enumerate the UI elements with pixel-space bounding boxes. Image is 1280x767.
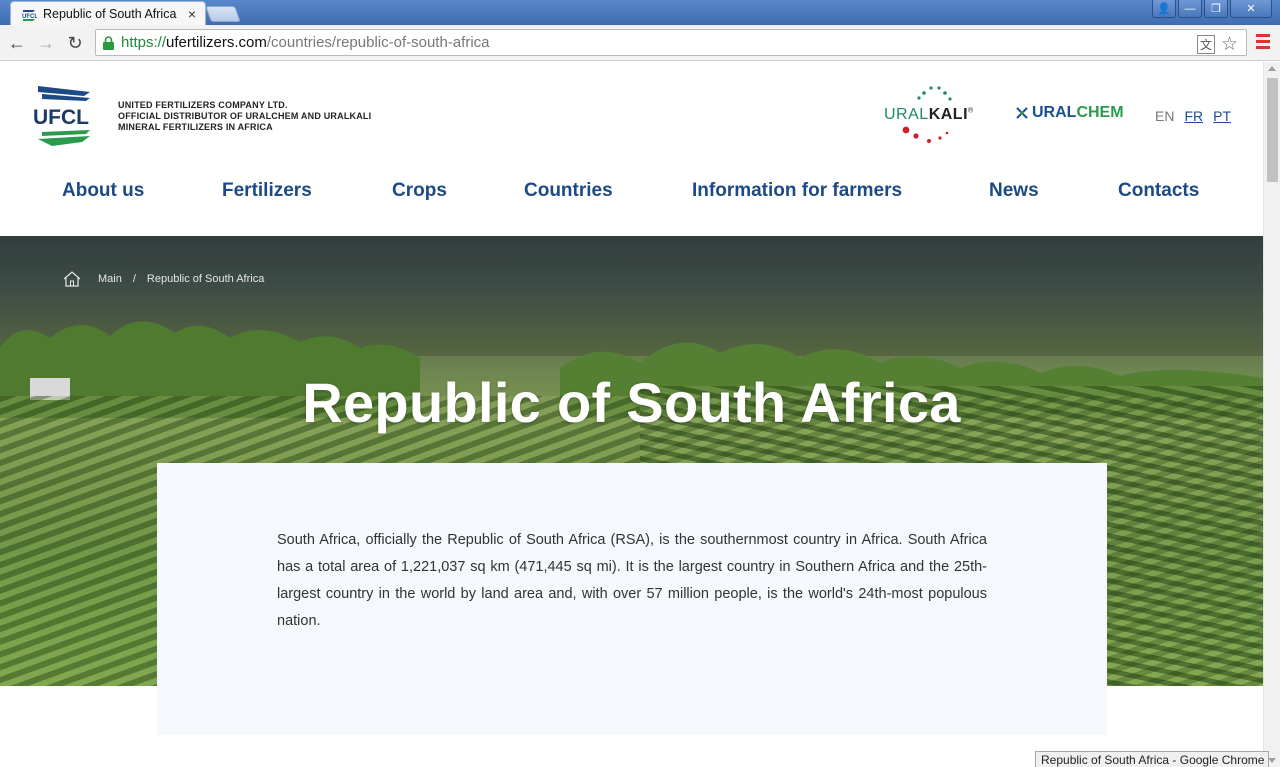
ufcl-logo[interactable]: UFCL bbox=[32, 80, 94, 150]
new-tab-button[interactable] bbox=[205, 6, 241, 22]
home-icon[interactable] bbox=[62, 270, 82, 288]
bookmark-star-icon[interactable]: ☆ bbox=[1221, 33, 1238, 56]
window-controls: 👤 — ❐ ✕ bbox=[1152, 0, 1272, 18]
main-navigation: About us Fertilizers Crops Countries Inf… bbox=[0, 180, 1263, 210]
restore-button[interactable]: ❐ bbox=[1204, 0, 1228, 18]
breadcrumb-current: Republic of South Africa bbox=[146, 273, 265, 285]
ufcl-favicon-icon: UFCL bbox=[22, 9, 37, 21]
browser-toolbar: ← → ↻ https://ufertilizers.com/countries… bbox=[0, 25, 1280, 61]
nav-contacts[interactable]: Contacts bbox=[1118, 180, 1199, 202]
uralchem-logo[interactable]: URAL CHEM bbox=[1016, 104, 1124, 122]
lang-fr[interactable]: FR bbox=[1184, 108, 1203, 124]
breadcrumb: Main / Republic of South Africa bbox=[62, 270, 264, 288]
forward-button[interactable]: → bbox=[36, 33, 56, 53]
country-description-card: South Africa, officially the Republic of… bbox=[157, 463, 1107, 735]
lock-icon bbox=[103, 35, 114, 50]
uralchem-mark-icon bbox=[1016, 107, 1028, 119]
nav-about-us[interactable]: About us bbox=[62, 180, 144, 202]
company-line: UNITED FERTILIZERS COMPANY LTD. bbox=[118, 100, 288, 110]
lang-pt[interactable]: PT bbox=[1213, 108, 1231, 124]
company-line: OFFICIAL DISTRIBUTOR OF URALCHEM AND URA… bbox=[118, 111, 372, 121]
chrome-menu-icon[interactable] bbox=[1256, 34, 1270, 50]
browser-titlebar: UFCL Republic of South Africa × 👤 — ❐ ✕ bbox=[0, 0, 1280, 25]
translate-icon[interactable]: 文 bbox=[1196, 35, 1215, 54]
company-line: MINERAL FERTILIZERS IN AFRICA bbox=[118, 122, 273, 132]
page-viewport: UFCL UNITED FERTILIZERS COMPANY LTD. OFF… bbox=[0, 62, 1263, 767]
uralkali-logo[interactable]: URALKALI® bbox=[884, 84, 984, 146]
nav-crops[interactable]: Crops bbox=[392, 180, 447, 202]
lang-en[interactable]: EN bbox=[1155, 108, 1174, 124]
nav-information-for-farmers[interactable]: Information for farmers bbox=[692, 180, 902, 202]
tab-title: Republic of South Africa bbox=[43, 6, 177, 21]
nav-news[interactable]: News bbox=[989, 180, 1039, 202]
tab-close-icon[interactable]: × bbox=[185, 6, 199, 22]
nav-countries[interactable]: Countries bbox=[524, 180, 613, 202]
address-bar[interactable]: https://ufertilizers.com/countries/repub… bbox=[95, 29, 1247, 56]
scroll-down-arrow-icon[interactable] bbox=[1268, 758, 1276, 763]
breadcrumb-main-link[interactable]: Main bbox=[98, 273, 122, 285]
company-tagline: UNITED FERTILIZERS COMPANY LTD. OFFICIAL… bbox=[118, 100, 371, 133]
breadcrumb-separator: / bbox=[132, 273, 136, 285]
page-scrollbar[interactable] bbox=[1263, 62, 1280, 767]
omnibox-icons: 文 ☆ bbox=[1196, 33, 1238, 56]
reload-button[interactable]: ↻ bbox=[65, 33, 85, 53]
scroll-thumb[interactable] bbox=[1267, 78, 1278, 182]
country-description: South Africa, officially the Republic of… bbox=[277, 532, 987, 629]
scroll-up-arrow-icon[interactable] bbox=[1268, 66, 1276, 71]
back-button[interactable]: ← bbox=[7, 33, 27, 53]
user-profile-button[interactable]: 👤 bbox=[1152, 0, 1176, 18]
minimize-button[interactable]: — bbox=[1178, 0, 1202, 18]
logo-text: UFCL bbox=[33, 106, 89, 129]
url-text: https://ufertilizers.com/countries/repub… bbox=[121, 34, 490, 51]
window-title-tooltip: Republic of South Africa - Google Chrome bbox=[1035, 751, 1269, 767]
close-window-button[interactable]: ✕ bbox=[1230, 0, 1272, 18]
browser-tab[interactable]: UFCL Republic of South Africa × bbox=[10, 1, 206, 25]
uralkali-wordmark: URALKALI® bbox=[884, 106, 974, 123]
nav-fertilizers[interactable]: Fertilizers bbox=[222, 180, 312, 202]
language-switcher: EN FR PT bbox=[1155, 108, 1231, 124]
page-title: Republic of South Africa bbox=[302, 371, 961, 434]
